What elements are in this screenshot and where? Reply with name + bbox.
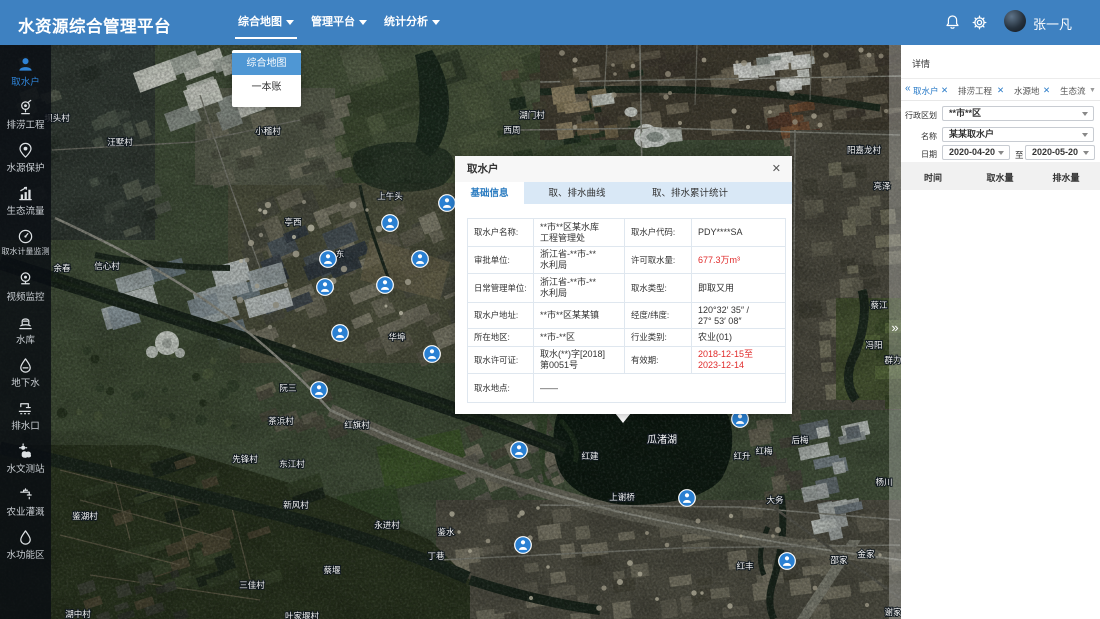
svg-text:蔡江: 蔡江 [870, 300, 888, 310]
svg-text:余春: 余春 [53, 263, 71, 273]
svg-text:杨川: 杨川 [875, 477, 892, 487]
svg-text:信心村: 信心村 [94, 261, 120, 271]
svg-text:汪墅村: 汪墅村 [107, 137, 133, 147]
svg-text:东: 东 [336, 249, 345, 259]
svg-text:新风村: 新风村 [283, 500, 309, 510]
svg-text:群力: 群力 [884, 355, 901, 365]
svg-text:湖中村: 湖中村 [65, 609, 91, 619]
svg-text:阮三: 阮三 [279, 383, 296, 393]
svg-text:上谢桥: 上谢桥 [609, 492, 635, 502]
svg-text:东江村: 东江村 [279, 459, 305, 469]
svg-text:冯阳: 冯阳 [865, 340, 882, 350]
svg-text:鉴湖村: 鉴湖村 [72, 511, 98, 521]
svg-text:红升: 红升 [733, 451, 751, 461]
svg-text:先锋村: 先锋村 [232, 454, 258, 464]
svg-text:亮泽: 亮泽 [873, 181, 891, 191]
svg-text:邵家: 邵家 [830, 555, 848, 565]
svg-text:三佳村: 三佳村 [239, 580, 265, 590]
svg-text:湖门村: 湖门村 [519, 110, 545, 120]
svg-text:华埠: 华埠 [388, 332, 406, 342]
svg-text:小稽村: 小稽村 [255, 126, 281, 136]
svg-text:红梅: 红梅 [755, 446, 773, 456]
svg-text:»: » [891, 320, 898, 335]
svg-text:谢家: 谢家 [884, 607, 901, 617]
svg-text:后梅: 后梅 [791, 435, 809, 445]
svg-text:叶家堰村: 叶家堰村 [285, 611, 320, 619]
svg-text:上午头: 上午头 [377, 191, 403, 201]
svg-text:瓜渚湖: 瓜渚湖 [647, 434, 677, 446]
svg-text:亭西: 亭西 [284, 217, 301, 227]
svg-text:西周: 西周 [503, 125, 520, 135]
svg-text:鉴水: 鉴水 [437, 527, 455, 537]
svg-text:红建: 红建 [581, 451, 599, 461]
svg-text:蔡堰: 蔡堰 [323, 565, 341, 575]
svg-text:红旗村: 红旗村 [344, 420, 370, 430]
svg-text:红丰: 红丰 [736, 561, 754, 571]
svg-text:永进村: 永进村 [374, 520, 400, 530]
svg-text:丁巷: 丁巷 [427, 551, 445, 561]
svg-text:金家: 金家 [857, 549, 875, 559]
svg-text:茶浜村: 茶浜村 [268, 416, 294, 426]
svg-text:大务: 大务 [766, 495, 784, 505]
